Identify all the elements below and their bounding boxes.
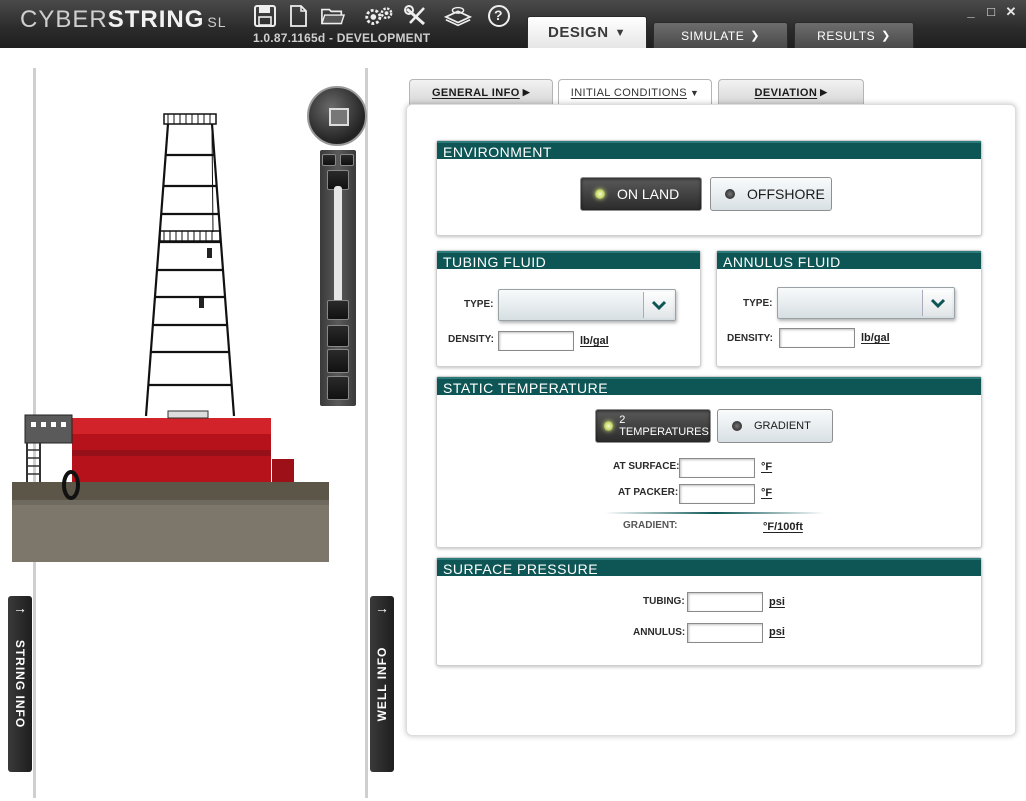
window-controls: _ □ ✕ (964, 5, 1018, 19)
close-button[interactable]: ✕ (1004, 5, 1018, 19)
environment-panel: ENVIRONMENT ON LAND OFFSHORE (436, 140, 982, 236)
chevron-right-icon: ❯ (750, 30, 760, 42)
rotate-left-icon[interactable] (322, 154, 336, 166)
annulus-pressure-unit[interactable]: psi (769, 626, 785, 638)
arrow-right-icon: → (375, 600, 389, 616)
tab-general-info-label: GENERAL INFO (431, 86, 520, 99)
radio-indicator-icon (725, 189, 735, 199)
static-temperature-panel: STATIC TEMPERATURE 2 TEMPERATURES GRADIE… (436, 376, 982, 548)
at-packer-label: AT PACKER: (618, 487, 679, 498)
database-icon[interactable] (443, 4, 473, 28)
surface-pressure-panel: SURFACE PRESSURE TUBING: psi ANNULUS: ps… (436, 557, 982, 666)
on-land-toggle[interactable]: ON LAND (580, 177, 702, 211)
string-info-tab[interactable]: → STRING INFO (8, 596, 32, 772)
well-info-tab[interactable]: → WELL INFO (370, 596, 394, 772)
pan-navigation-control[interactable] (307, 86, 367, 146)
tab-results-label: RESULTS (817, 28, 876, 43)
chevron-down-icon (643, 292, 673, 318)
zoom-slider[interactable] (320, 150, 356, 406)
on-land-label: ON LAND (617, 186, 680, 202)
chevron-down-icon: ▼ (689, 88, 700, 98)
tab-simulate[interactable]: SIMULATE ❯ (653, 22, 788, 48)
maximize-button[interactable]: □ (984, 5, 998, 19)
zoom-bottom-icon[interactable] (327, 300, 349, 320)
at-packer-input[interactable] (679, 484, 755, 504)
zoom-extents-icon[interactable] (327, 376, 349, 400)
annulus-pressure-label: ANNULUS: (633, 627, 686, 638)
annulus-density-input[interactable] (779, 328, 855, 348)
offshore-toggle[interactable]: OFFSHORE (710, 177, 832, 211)
two-temperatures-label: 2 TEMPERATURES (619, 414, 709, 438)
annulus-fluid-panel: ANNULUS FLUID TYPE: DENSITY: lb/gal (716, 250, 982, 367)
help-glyph: ? (494, 7, 503, 23)
tubing-density-label: DENSITY: (448, 334, 494, 345)
tab-results[interactable]: RESULTS ❯ (794, 22, 914, 48)
annulus-pressure-input[interactable] (687, 623, 763, 643)
tools-icon[interactable] (403, 4, 429, 28)
rotate-right-icon[interactable] (340, 154, 354, 166)
chevron-down-icon: ▼ (614, 26, 626, 39)
gradient-toggle[interactable]: GRADIENT (717, 409, 833, 443)
chevron-down-icon (922, 290, 952, 316)
vertical-well-icon[interactable] (327, 325, 349, 347)
tab-initial-conditions-label: INITIAL CONDITIONS (570, 87, 687, 99)
environment-title: ENVIRONMENT (437, 141, 981, 160)
chevron-right-icon: ▶ (820, 87, 828, 97)
annulus-type-label: TYPE: (743, 298, 773, 309)
help-icon[interactable]: ? (486, 4, 512, 28)
tab-deviation-label: DEVIATION (754, 86, 818, 99)
at-surface-label: AT SURFACE: (613, 461, 680, 472)
tubing-pressure-unit[interactable]: psi (769, 596, 785, 608)
surface-pressure-title: SURFACE PRESSURE (437, 558, 981, 577)
tubing-fluid-panel: TUBING FLUID TYPE: DENSITY: lb/gal (436, 250, 701, 367)
arrow-right-icon: → (13, 600, 27, 616)
tubing-density-input[interactable] (498, 331, 574, 351)
tubing-density-unit[interactable]: lb/gal (580, 335, 609, 347)
tab-design-label: DESIGN (548, 24, 609, 41)
gradient-label: GRADIENT: (623, 520, 678, 531)
radio-indicator-icon (604, 421, 614, 431)
radio-indicator-icon (595, 189, 605, 199)
tab-general-info[interactable]: GENERAL INFO ▶ (409, 79, 553, 105)
tubing-type-select[interactable] (498, 289, 676, 321)
string-info-label: STRING INFO (13, 639, 27, 729)
tab-design[interactable]: DESIGN ▼ (527, 16, 647, 48)
fit-view-icon (329, 108, 349, 126)
gradient-toggle-label: GRADIENT (754, 420, 811, 432)
gradient-separator (605, 512, 825, 514)
well-info-label: WELL INFO (375, 646, 389, 722)
gradient-unit[interactable]: °F/100ft (763, 521, 803, 533)
chevron-right-icon: ▶ (522, 87, 531, 97)
deviated-well-icon[interactable] (327, 349, 349, 373)
tubing-pressure-label: TUBING: (643, 596, 685, 607)
tab-simulate-label: SIMULATE (681, 28, 745, 43)
annulus-fluid-title: ANNULUS FLUID (717, 251, 981, 270)
tubing-type-label: TYPE: (464, 299, 494, 310)
zoom-track-slot[interactable] (334, 186, 342, 316)
annulus-type-select[interactable] (777, 287, 955, 319)
two-temperatures-toggle[interactable]: 2 TEMPERATURES (595, 409, 711, 443)
at-surface-input[interactable] (679, 458, 755, 478)
minimize-button[interactable]: _ (964, 5, 978, 19)
static-temperature-title: STATIC TEMPERATURE (437, 377, 981, 396)
tab-deviation[interactable]: DEVIATION ▶ (718, 79, 864, 105)
offshore-label: OFFSHORE (747, 186, 825, 202)
annulus-density-label: DENSITY: (727, 333, 773, 344)
annulus-density-unit[interactable]: lb/gal (861, 332, 890, 344)
tab-initial-conditions[interactable]: INITIAL CONDITIONS ▼ (558, 79, 712, 106)
radio-indicator-icon (732, 421, 742, 431)
chevron-right-icon: ❯ (881, 30, 891, 42)
tubing-fluid-title: TUBING FLUID (437, 251, 700, 270)
tubing-pressure-input[interactable] (687, 592, 763, 612)
at-packer-unit[interactable]: °F (761, 487, 772, 499)
at-surface-unit[interactable]: °F (761, 461, 772, 473)
